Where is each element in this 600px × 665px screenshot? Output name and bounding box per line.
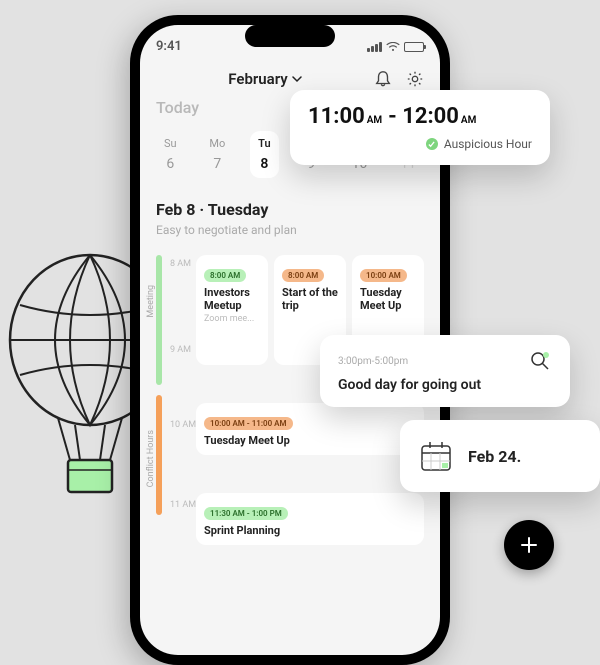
event-time-chip: 10:00 AM - 11:00 AM bbox=[204, 417, 293, 430]
signal-icon bbox=[367, 42, 382, 52]
event-time-chip: 8:00 AM bbox=[204, 269, 246, 282]
calendar-icon bbox=[418, 438, 454, 474]
hour-11: 11 AM bbox=[170, 500, 196, 510]
date-subtitle: Easy to negotiate and plan bbox=[156, 223, 424, 237]
bell-icon[interactable] bbox=[374, 70, 392, 88]
card-good-day[interactable]: 3:00pm-5:00pm Good day for going out bbox=[320, 335, 570, 407]
hour-segments bbox=[156, 255, 162, 545]
event-tuesday-2[interactable]: 10:00 AM - 11:00 AM Tuesday Meet Up bbox=[196, 403, 424, 455]
wifi-icon bbox=[386, 42, 400, 52]
month-label: February bbox=[228, 70, 287, 88]
day-tue[interactable]: Tu8 bbox=[250, 131, 278, 178]
check-icon bbox=[426, 138, 438, 150]
event-time-chip: 8:00 AM bbox=[282, 269, 324, 282]
event-sprint[interactable]: 11:30 AM - 1:00 PM Sprint Planning bbox=[196, 493, 424, 545]
month-selector[interactable]: February bbox=[228, 70, 301, 88]
status-time: 9:41 bbox=[156, 39, 182, 54]
hour-8: 8 AM bbox=[170, 259, 191, 269]
event-title: Investors Meetup bbox=[204, 286, 260, 312]
segment-conflict bbox=[156, 395, 162, 515]
event-title: Tuesday Meet Up bbox=[204, 434, 416, 447]
card-time: 3:00pm-5:00pm bbox=[338, 356, 408, 367]
start-time: 11:00 bbox=[308, 104, 365, 129]
chevron-down-icon bbox=[292, 74, 302, 84]
app-header: February bbox=[156, 70, 424, 88]
segment-meeting-label: Meeting bbox=[146, 285, 156, 318]
card-text: Good day for going out bbox=[338, 377, 552, 393]
day-mon[interactable]: Mo7 bbox=[201, 131, 233, 178]
event-subtitle: Zoom mee... bbox=[204, 314, 260, 324]
event-investors[interactable]: 8:00 AM Investors Meetup Zoom mee... bbox=[196, 255, 268, 365]
plus-icon bbox=[519, 535, 539, 555]
event-time-chip: 10:00 AM bbox=[360, 269, 407, 282]
card-feb24[interactable]: Feb 24. bbox=[400, 420, 600, 492]
magnify-icon bbox=[528, 349, 552, 373]
event-time-chip: 11:30 AM - 1:00 PM bbox=[204, 507, 288, 520]
segment-meeting bbox=[156, 255, 162, 385]
hour-10: 10 AM bbox=[170, 420, 196, 430]
card-text: Feb 24. bbox=[468, 447, 521, 466]
notch bbox=[245, 25, 335, 47]
add-button[interactable] bbox=[504, 520, 554, 570]
event-title: Tuesday Meet Up bbox=[360, 286, 416, 312]
hour-9: 9 AM bbox=[170, 345, 191, 355]
battery-icon bbox=[404, 42, 424, 52]
end-time: 12:00 bbox=[402, 104, 459, 129]
gear-icon[interactable] bbox=[406, 70, 424, 88]
date-title: Feb 8 · Tuesday bbox=[156, 200, 424, 219]
card-auspicious[interactable]: 11:00AM - 12:00AM Auspicious Hour bbox=[290, 90, 550, 165]
event-title: Sprint Planning bbox=[204, 524, 416, 537]
event-title: Start of the trip bbox=[282, 286, 338, 312]
auspicious-label: Auspicious Hour bbox=[444, 137, 532, 151]
segment-conflict-label: Conflict Hours bbox=[146, 430, 156, 487]
day-sun[interactable]: Su6 bbox=[156, 131, 185, 178]
